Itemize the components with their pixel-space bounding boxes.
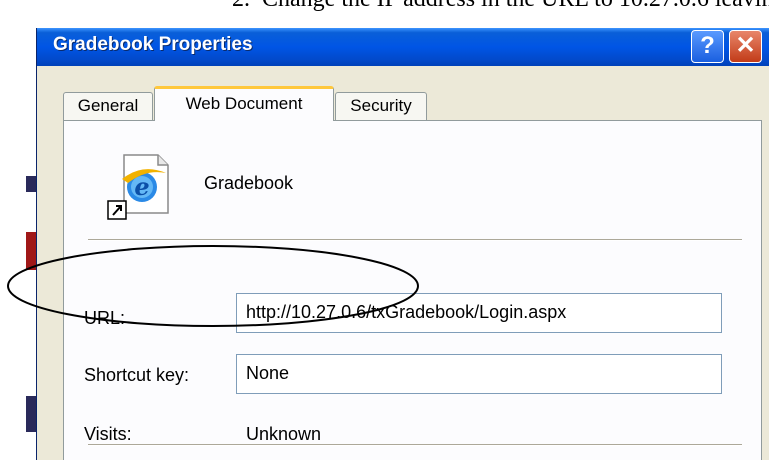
- dialog-title: Gradebook Properties: [53, 34, 253, 55]
- shortcut-key-field[interactable]: None: [236, 354, 722, 394]
- url-label: URL:: [84, 308, 126, 328]
- title-bar[interactable]: Gradebook Properties ? ✕: [37, 28, 769, 66]
- background-strip: [0, 28, 38, 460]
- tab-web-document[interactable]: Web Document: [154, 86, 334, 121]
- visits-value: Unknown: [246, 424, 322, 444]
- background-mark: [26, 232, 36, 270]
- instruction-text: 2. Change the IP address in the URL to 1…: [0, 0, 769, 16]
- shortcut-key-label: Shortcut key:: [84, 365, 190, 385]
- properties-dialog: Gradebook Properties ? ✕ General Web Doc…: [36, 28, 769, 460]
- tab-general[interactable]: General: [63, 92, 153, 120]
- tab-security[interactable]: Security: [335, 92, 427, 120]
- url-field[interactable]: http://10.27.0.6/txGradebook/Login.aspx: [236, 293, 722, 333]
- instruction-number: 2.: [232, 0, 250, 13]
- help-button[interactable]: ?: [691, 30, 724, 63]
- close-button[interactable]: ✕: [729, 30, 762, 63]
- document-name: Gradebook: [204, 173, 294, 193]
- instruction-body: Change the IP address in the URL to 10.2…: [262, 0, 769, 13]
- web-document-panel: e Gradebook URL: http://10.27.0.6/txGrad…: [63, 120, 762, 460]
- background-mark: [26, 396, 36, 432]
- visits-label: Visits:: [84, 424, 132, 444]
- separator: [88, 444, 742, 446]
- internet-explorer-shortcut-icon: e: [107, 154, 169, 220]
- separator: [88, 239, 742, 241]
- background-mark: [26, 176, 36, 192]
